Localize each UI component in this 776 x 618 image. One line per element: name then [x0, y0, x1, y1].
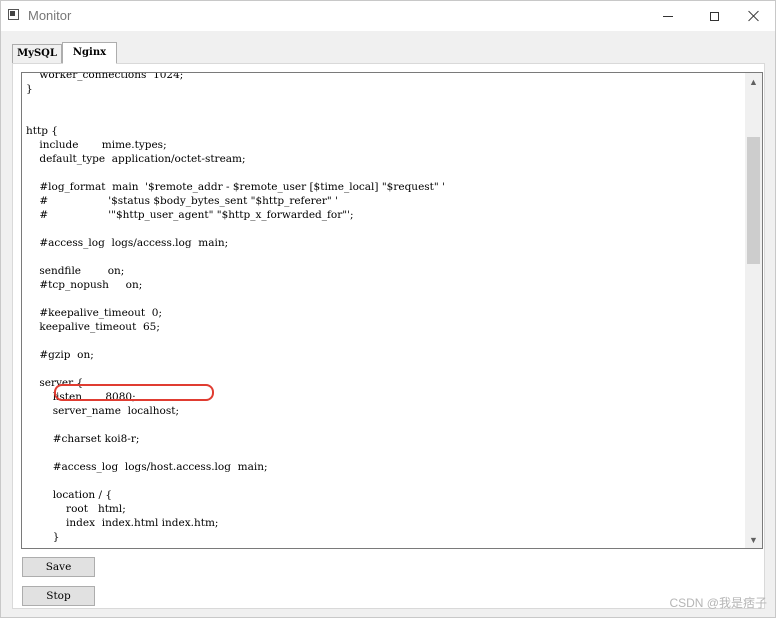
- app-window-icon: [8, 9, 19, 20]
- config-line: #access_log logs/access.log main;: [26, 237, 229, 249]
- config-line: [26, 110, 742, 124]
- config-line: [26, 446, 742, 460]
- config-line: }: [26, 531, 60, 543]
- watermark: CSDN @我是痞子: [669, 596, 767, 610]
- config-line: [26, 250, 742, 264]
- config-text[interactable]: worker_connections 1024;} http { include …: [26, 72, 742, 544]
- config-line: }: [26, 83, 33, 95]
- config-line: [26, 222, 742, 236]
- close-button[interactable]: [731, 1, 776, 31]
- config-line: # '$status $body_bytes_sent "$http_refer…: [26, 195, 338, 207]
- scroll-down-icon[interactable]: ▼: [745, 531, 762, 548]
- config-line: [26, 96, 742, 110]
- stop-button[interactable]: Stop: [22, 586, 95, 606]
- config-editor[interactable]: worker_connections 1024;} http { include …: [21, 72, 763, 549]
- config-line: #charset koi8-r;: [26, 433, 140, 445]
- config-line: #tcp_nopush on;: [26, 279, 143, 291]
- config-line: listen 8080;: [26, 391, 136, 403]
- config-line: sendfile on;: [26, 265, 125, 277]
- config-line: [26, 362, 742, 376]
- monitor-window: Monitor MySQL Nginx worker_connections 1…: [0, 0, 776, 618]
- config-line: # '"$http_user_agent" "$http_x_forwarded…: [26, 209, 354, 221]
- maximize-icon: [709, 11, 719, 21]
- tab-nginx[interactable]: Nginx: [62, 42, 117, 64]
- minimize-icon: [663, 15, 673, 17]
- config-line: include mime.types;: [26, 139, 167, 151]
- tab-mysql[interactable]: MySQL: [12, 44, 62, 63]
- config-line: default_type application/octet-stream;: [26, 153, 246, 165]
- config-line: #log_format main '$remote_addr - $remote…: [26, 181, 445, 193]
- config-line: root html;: [26, 503, 126, 515]
- config-line: http {: [26, 125, 58, 137]
- save-button[interactable]: Save: [22, 557, 95, 577]
- config-line: [26, 418, 742, 432]
- config-line: worker_connections 1024;: [26, 72, 184, 81]
- window-title: Monitor: [28, 8, 72, 23]
- config-line: #keepalive_timeout 0;: [26, 307, 162, 319]
- config-line: #gzip on;: [26, 349, 94, 361]
- scrollbar-thumb[interactable]: [747, 137, 760, 264]
- config-line: server {: [26, 377, 84, 389]
- config-line: [26, 474, 742, 488]
- vertical-scrollbar[interactable]: ▲ ▼: [745, 73, 762, 548]
- config-line: keepalive_timeout 65;: [26, 321, 160, 333]
- config-line: server_name localhost;: [26, 405, 180, 417]
- close-icon: [748, 10, 760, 22]
- config-line: [26, 166, 742, 180]
- scroll-up-icon[interactable]: ▲: [745, 73, 762, 90]
- config-line: location / {: [26, 489, 113, 501]
- minimize-button[interactable]: [645, 1, 691, 31]
- config-line: #access_log logs/host.access.log main;: [26, 461, 268, 473]
- config-line: index index.html index.htm;: [26, 517, 219, 529]
- config-line: [26, 334, 742, 348]
- config-line: [26, 292, 742, 306]
- title-bar: Monitor: [1, 1, 775, 31]
